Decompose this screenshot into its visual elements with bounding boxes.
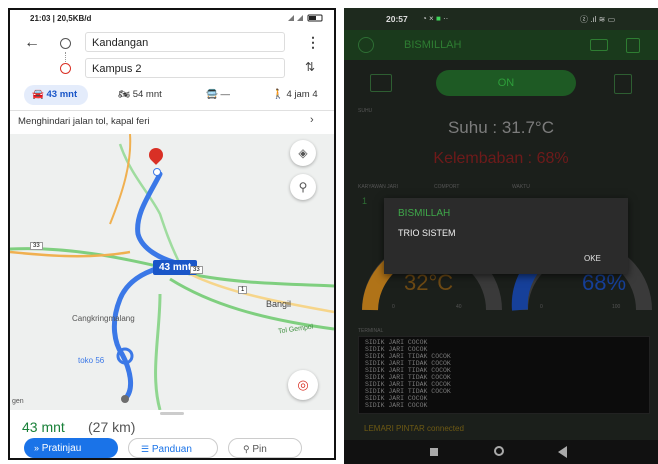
place-label-toko: toko 56	[78, 356, 105, 365]
mode-car-label: 43 mnt	[46, 89, 78, 100]
log-line: SIDIK JARI TIDAK COCOK	[365, 367, 451, 374]
preview-button[interactable]: » Pratinjau	[24, 438, 118, 458]
pin-button-label: Pin	[252, 444, 267, 455]
dialog-ok-button[interactable]: OKE	[584, 254, 601, 263]
road-shield: 33	[30, 242, 43, 250]
place-label-bangil: Bangil	[266, 299, 292, 309]
log-line: SIDIK JARI COCOK	[365, 395, 428, 402]
map-view[interactable]: ◈ ⚲ 43 mnt 33 33 1 Bangil Cangkringmalan…	[10, 134, 334, 410]
log-line: SIDIK JARI COCOK	[365, 402, 428, 409]
temperature-gauge-max: 40	[456, 304, 462, 310]
sub-label-3: WAKTU	[512, 184, 530, 190]
transit-icon: 🚍	[206, 89, 218, 100]
chevron-right-icon[interactable]: ›	[310, 114, 314, 126]
destination-pin-icon	[60, 63, 71, 74]
status-bar: 20:57 ◔ × ■ ·· ⓩ .ıl ≋ ▭	[344, 8, 658, 30]
summary-distance: (27 km)	[88, 419, 136, 435]
mode-car-chip[interactable]: 🚘 43 mnt	[24, 85, 88, 105]
back-icon[interactable]	[558, 446, 567, 458]
more-options-icon[interactable]: ⋮	[306, 34, 320, 51]
mode-walk-chip[interactable]: 🚶 4 jam 4	[272, 85, 318, 105]
car-icon: 🚘	[32, 89, 44, 100]
destination-input[interactable]: Kampus 2	[85, 58, 285, 78]
road-shield: 33	[190, 266, 203, 274]
preview-button-label: Pratinjau	[41, 443, 82, 454]
terminal-log[interactable]: SIDIK JARI COCOK SIDIK JARI COCOK SIDIK JA…	[358, 336, 650, 414]
my-location-icon[interactable]: ◎	[288, 370, 318, 400]
status-icons	[286, 13, 326, 25]
sheet-handle[interactable]	[160, 412, 184, 415]
log-line: SIDIK JARI COCOK	[365, 346, 428, 353]
destination-point	[153, 168, 161, 176]
origin-dot-icon	[60, 38, 71, 49]
recent-apps-icon[interactable]	[430, 448, 438, 456]
avoid-options-text[interactable]: Menghindari jalan tol, kapal feri	[18, 116, 150, 127]
layers-icon[interactable]: ◈	[290, 140, 316, 166]
log-line: SIDIK JARI TIDAK COCOK	[365, 374, 451, 381]
log-line: SIDIK JARI TIDAK COCOK	[365, 381, 451, 388]
mode-motorbike-chip[interactable]: 🏍 54 mnt	[118, 85, 162, 105]
temperature-display: Suhu : 31.7°C	[447, 118, 555, 137]
sub-value: 1	[362, 196, 368, 206]
door-icon[interactable]	[614, 74, 632, 94]
battery-icon	[288, 14, 323, 22]
maps-phone-screen: 21:03 | 20,5KB/d ← Kandangan Kampus 2 ⋮ …	[8, 8, 336, 460]
swap-icon[interactable]: ⇅	[305, 60, 315, 74]
on-button[interactable]: ON	[436, 70, 576, 96]
pin-icon: ⚲	[243, 444, 250, 454]
route-connector	[65, 52, 67, 62]
pin-button[interactable]: ⚲ Pin	[228, 438, 302, 458]
origin-input[interactable]: Kandangan	[85, 32, 285, 52]
mode-motorbike-label: 54 mnt	[132, 89, 162, 100]
alert-dialog: BISMILLAH TRIO SISTEM OKE	[384, 198, 628, 274]
summary-time: 43 mnt	[22, 419, 65, 435]
motorbike-icon: 🏍	[118, 89, 131, 100]
humidity-gauge-max: 100	[612, 304, 621, 310]
double-chevron-icon: »	[34, 443, 40, 453]
road-shield: 1	[238, 286, 248, 294]
app-header: BISMILLAH	[344, 30, 658, 60]
temperature-gauge-min: 0	[392, 304, 395, 310]
status-time: 21:03 | 20,5KB/d	[30, 14, 92, 23]
status-right-icons: ⓩ .ıl ≋ ▭	[580, 15, 616, 24]
guide-button[interactable]: ☰ Panduan	[128, 438, 218, 458]
log-line: SIDIK JARI TIDAK COCOK	[365, 360, 451, 367]
status-time: 20:57	[386, 14, 408, 24]
log-line: SIDIK JARI TIDAK COCOK	[365, 388, 451, 395]
humidity-gauge-min: 0	[540, 304, 543, 310]
app-title: BISMILLAH	[404, 39, 462, 51]
dialog-title: BISMILLAH	[398, 208, 451, 219]
place-label-cangkringmalang: Cangkringmalang	[72, 314, 135, 323]
android-nav-bar	[344, 440, 658, 464]
log-lines: SIDIK JARI COCOK SIDIK JARI COCOK SIDIK JA…	[359, 337, 649, 411]
place-label-gen: gen	[12, 398, 24, 405]
search-icon[interactable]: ⚲	[290, 174, 316, 200]
log-line: SIDIK JARI TIDAK COCOK	[365, 353, 451, 360]
mode-transit-label: —	[220, 89, 230, 100]
sub-label-2: COMPORT	[434, 184, 460, 190]
humidity-display: Kelembaban : 68%	[433, 150, 569, 167]
dialog-message: TRIO SISTEM	[398, 228, 456, 238]
iot-phone-screen: 20:57 ◔ × ■ ·· ⓩ .ıl ≋ ▭ BISMILLAH ON SU…	[344, 8, 658, 464]
home-icon[interactable]	[494, 446, 504, 456]
mode-walk-label: 4 jam 4	[286, 89, 318, 100]
terminal-label: TERMINAL	[358, 328, 384, 334]
guide-button-label: Panduan	[151, 444, 192, 455]
connection-status: LEMARI PINTAR connected	[364, 424, 464, 433]
log-line: SIDIK JARI COCOK	[365, 339, 428, 346]
status-notification-icons: ◔ × ■ ··	[422, 14, 449, 23]
list-icon: ☰	[141, 444, 150, 454]
app-logo-icon[interactable]	[358, 37, 374, 53]
suhu-label: SUHU	[358, 108, 373, 114]
device-icon[interactable]	[590, 39, 608, 51]
settings-icon[interactable]	[626, 38, 640, 53]
power-toggle-icon[interactable]	[370, 74, 392, 92]
status-bar: 21:03 | 20,5KB/d	[10, 10, 334, 28]
sub-label-1: KARYAWAN JARI	[358, 184, 399, 190]
walk-icon: 🚶	[272, 89, 284, 100]
back-arrow-icon[interactable]: ←	[24, 34, 40, 52]
mode-transit-chip[interactable]: 🚍 —	[206, 85, 230, 105]
divider	[10, 110, 334, 111]
